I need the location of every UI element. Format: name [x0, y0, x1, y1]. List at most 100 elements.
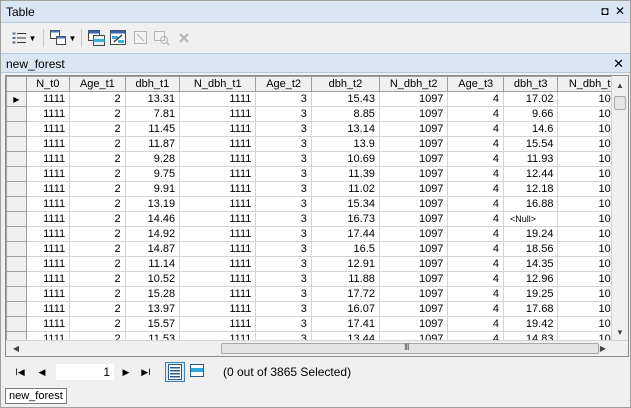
- bottom-tab-new-forest[interactable]: new_forest: [5, 388, 67, 404]
- row-selector[interactable]: [6, 301, 27, 317]
- column-header-age-t2[interactable]: Age_t2: [255, 76, 312, 92]
- table-cell[interactable]: 1111: [179, 121, 257, 137]
- table-cell[interactable]: 9.91: [124, 181, 181, 197]
- table-cell[interactable]: 4: [447, 181, 504, 197]
- row-selector[interactable]: ▶: [6, 91, 27, 107]
- table-cell[interactable]: 15.34: [310, 196, 380, 212]
- table-cell[interactable]: 2: [69, 166, 126, 182]
- row-selector[interactable]: [6, 286, 27, 302]
- table-cell[interactable]: 14.6: [502, 121, 559, 137]
- table-cell[interactable]: 1111: [179, 91, 257, 107]
- table-cell[interactable]: 2: [69, 91, 126, 107]
- row-selector[interactable]: [6, 136, 27, 152]
- table-options-button[interactable]: ▼: [9, 29, 39, 47]
- table-cell[interactable]: 19.42: [502, 316, 559, 332]
- column-header-n-t0[interactable]: N_t0: [25, 76, 71, 92]
- table-cell[interactable]: 1111: [179, 271, 257, 287]
- table-cell[interactable]: 17.72: [310, 286, 380, 302]
- table-cell[interactable]: 1097: [378, 241, 449, 257]
- column-header-dbh-t1[interactable]: dbh_t1: [124, 76, 181, 92]
- table-row[interactable]: 1111214.461111316.7310974<Null>1080: [6, 211, 628, 227]
- table-cell[interactable]: 1097: [378, 136, 449, 152]
- table-cell[interactable]: 4: [447, 286, 504, 302]
- table-cell[interactable]: 4: [447, 256, 504, 272]
- related-tables-button[interactable]: ▼: [49, 29, 77, 47]
- table-cell[interactable]: 1111: [25, 151, 71, 167]
- column-header-dbh-t3[interactable]: dbh_t3: [502, 76, 559, 92]
- table-cell[interactable]: 1097: [378, 286, 449, 302]
- table-cell[interactable]: 3: [255, 241, 312, 257]
- table-cell[interactable]: 1111: [25, 181, 71, 197]
- table-cell[interactable]: 3: [255, 316, 312, 332]
- table-cell[interactable]: 9.75: [124, 166, 181, 182]
- first-record-icon[interactable]: I◀: [13, 365, 27, 379]
- row-selector[interactable]: [6, 226, 27, 242]
- table-cell[interactable]: 1111: [25, 256, 71, 272]
- table-row[interactable]: 111129.751111311.391097412.441080: [6, 166, 628, 182]
- table-cell[interactable]: 1111: [25, 271, 71, 287]
- table-cell[interactable]: 1111: [179, 256, 257, 272]
- table-cell[interactable]: 4: [447, 121, 504, 137]
- table-cell[interactable]: 7.81: [124, 106, 181, 122]
- table-cell[interactable]: 1111: [179, 196, 257, 212]
- table-cell[interactable]: 16.07: [310, 301, 380, 317]
- table-cell[interactable]: 1111: [25, 166, 71, 182]
- table-cell[interactable]: 3: [255, 301, 312, 317]
- table-cell[interactable]: 11.39: [310, 166, 380, 182]
- table-cell[interactable]: 17.68: [502, 301, 559, 317]
- table-cell[interactable]: 9.66: [502, 106, 559, 122]
- row-selector[interactable]: [6, 241, 27, 257]
- table-cell[interactable]: 11.93: [502, 151, 559, 167]
- table-cell[interactable]: 4: [447, 316, 504, 332]
- table-cell[interactable]: 16.73: [310, 211, 380, 227]
- table-row[interactable]: 1111213.971111316.071097417.681080: [6, 301, 628, 317]
- table-cell[interactable]: 2: [69, 256, 126, 272]
- table-cell[interactable]: 2: [69, 151, 126, 167]
- select-by-attributes-button[interactable]: [87, 29, 105, 47]
- table-cell[interactable]: 1097: [378, 226, 449, 242]
- table-cell[interactable]: 1111: [179, 166, 257, 182]
- table-cell[interactable]: 16.88: [502, 196, 559, 212]
- table-cell[interactable]: 2: [69, 316, 126, 332]
- scroll-right-icon[interactable]: ▶: [595, 341, 611, 356]
- table-cell[interactable]: 2: [69, 196, 126, 212]
- table-cell[interactable]: 4: [447, 166, 504, 182]
- table-cell[interactable]: 11.14: [124, 256, 181, 272]
- current-record-input[interactable]: 1: [55, 363, 115, 381]
- table-row[interactable]: 1111214.871111316.51097418.561080: [6, 241, 628, 257]
- row-selector[interactable]: [6, 256, 27, 272]
- switch-selection-button[interactable]: [109, 29, 127, 47]
- table-cell[interactable]: 2: [69, 136, 126, 152]
- show-selected-records-button[interactable]: [188, 362, 208, 382]
- table-cell[interactable]: 1097: [378, 121, 449, 137]
- table-cell[interactable]: 1097: [378, 166, 449, 182]
- table-cell[interactable]: 3: [255, 286, 312, 302]
- table-row[interactable]: 1111215.281111317.721097419.251080: [6, 286, 628, 302]
- row-selector[interactable]: [6, 211, 27, 227]
- table-cell[interactable]: 1097: [378, 301, 449, 317]
- row-selector[interactable]: [6, 106, 27, 122]
- table-cell[interactable]: 1111: [25, 226, 71, 242]
- table-cell[interactable]: 14.87: [124, 241, 181, 257]
- table-cell[interactable]: 1097: [378, 271, 449, 287]
- window-close-icon[interactable]: ✕: [613, 4, 627, 18]
- table-row[interactable]: 111129.911111311.021097412.181080: [6, 181, 628, 197]
- table-row[interactable]: 1111215.571111317.411097419.421080: [6, 316, 628, 332]
- pin-icon[interactable]: ◘: [598, 4, 612, 18]
- table-cell[interactable]: 1111: [25, 196, 71, 212]
- column-header-age-t1[interactable]: Age_t1: [69, 76, 126, 92]
- row-selector[interactable]: [6, 181, 27, 197]
- table-cell[interactable]: 11.45: [124, 121, 181, 137]
- table-cell[interactable]: 1097: [378, 106, 449, 122]
- table-cell[interactable]: 1097: [378, 256, 449, 272]
- table-cell[interactable]: 10.52: [124, 271, 181, 287]
- table-cell[interactable]: 1097: [378, 91, 449, 107]
- column-header-n-dbh-t2[interactable]: N_dbh_t2: [378, 76, 449, 92]
- table-cell[interactable]: 2: [69, 211, 126, 227]
- table-cell[interactable]: 12.44: [502, 166, 559, 182]
- table-cell[interactable]: 17.02: [502, 91, 559, 107]
- table-cell[interactable]: 11.87: [124, 136, 181, 152]
- horizontal-scrollbar[interactable]: ◀ III ▶: [6, 340, 628, 356]
- table-cell[interactable]: 10.69: [310, 151, 380, 167]
- table-cell[interactable]: 1097: [378, 151, 449, 167]
